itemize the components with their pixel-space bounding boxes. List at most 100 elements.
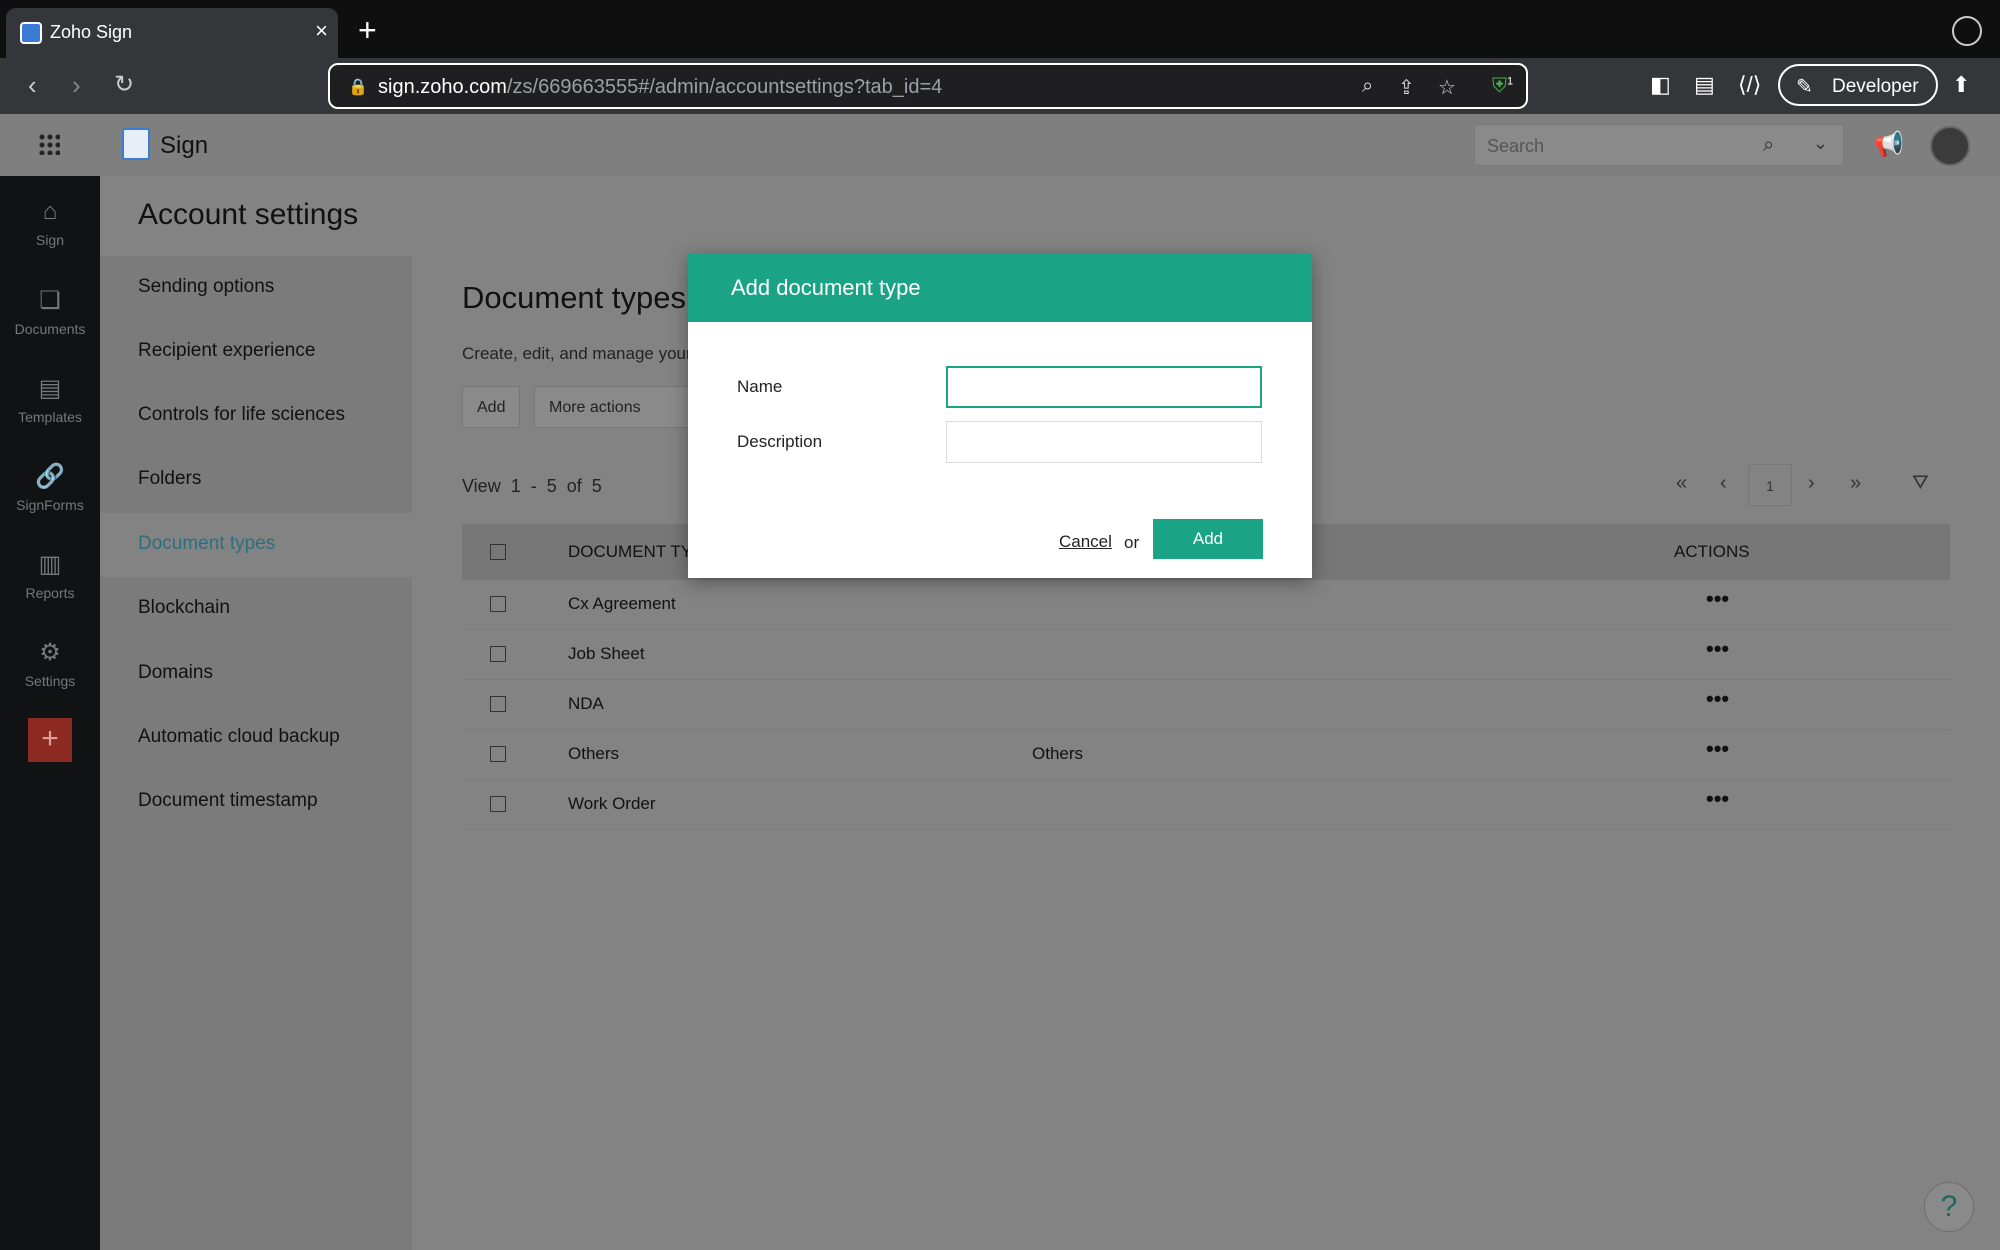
cancel-button[interactable]: Cancel [1059, 532, 1112, 552]
subnav-item-document-timestamp[interactable]: Document timestamp [138, 790, 318, 812]
create-new-button[interactable]: + [28, 718, 72, 762]
link-icon: 🔗 [35, 463, 65, 490]
gear-icon: ⚙ [39, 639, 61, 666]
nav-label: Reports [25, 585, 75, 601]
left-nav: ⌂ Sign ❏ Documents ▤ Templates 🔗 SignFor… [0, 176, 100, 1250]
url-path: /zs/669663555#/admin/accountsettings?tab… [506, 76, 943, 98]
row-checkbox[interactable] [490, 796, 506, 812]
browser-toolbar: ‹ › ↻ 🔒 sign.zoho.com/zs/669663555#/admi… [0, 58, 2000, 114]
megaphone-icon[interactable]: 📢 [1874, 130, 1904, 159]
name-label: Name [737, 377, 783, 396]
templates-icon: ▤ [38, 375, 62, 402]
column-document-type[interactable]: DOCUMENT TY [568, 542, 692, 562]
chevron-down-icon[interactable]: ⌄ [1813, 133, 1828, 154]
column-actions: ACTIONS [1674, 542, 1750, 561]
app-header: Sign Search ⌕ ⌄ 📢 [0, 114, 2000, 176]
nav-item-documents[interactable]: ❏ Documents [0, 278, 100, 358]
dialog-header: Add document type [688, 254, 1312, 322]
tab-title: Zoho Sign [50, 22, 133, 42]
subnav-item-life-sciences[interactable]: Controls for life sciences [138, 404, 345, 426]
previous-page-icon[interactable]: ‹ [1720, 472, 1727, 495]
add-button[interactable]: Add [1153, 519, 1263, 559]
subnav-item-cloud-backup[interactable]: Automatic cloud backup [138, 726, 340, 748]
row-actions-icon[interactable]: ••• [1706, 736, 1729, 762]
filter-icon[interactable]: ⛛ [1912, 472, 1929, 495]
row-checkbox[interactable] [490, 646, 506, 662]
current-page[interactable]: 1 [1748, 464, 1792, 506]
forward-icon[interactable]: › [72, 70, 81, 101]
subnav-item-folders[interactable]: Folders [138, 468, 201, 490]
row-checkbox[interactable] [490, 596, 506, 612]
row-actions-icon[interactable]: ••• [1706, 586, 1729, 612]
nav-item-settings[interactable]: ⚙ Settings [0, 630, 100, 710]
help-button[interactable]: ? [1924, 1182, 1974, 1232]
more-actions-button[interactable]: More actions [534, 386, 694, 428]
dialog-title: Add document type [731, 275, 921, 300]
back-icon[interactable]: ‹ [28, 70, 37, 101]
or-text: or [1124, 533, 1140, 552]
shield-extension-icon[interactable]: ⛨1 [1492, 75, 1513, 98]
browser-tab[interactable]: Zoho Sign × [6, 8, 338, 58]
nav-label: Sign [35, 232, 65, 248]
app-grid-icon[interactable] [38, 133, 60, 155]
zoom-icon[interactable]: ⌕ [1362, 75, 1373, 98]
select-all-checkbox[interactable] [490, 544, 506, 560]
table-row[interactable]: Work Order ••• [462, 780, 1950, 830]
documents-icon: ❏ [39, 287, 61, 314]
reading-list-icon[interactable]: ▤ [1694, 72, 1715, 98]
subnav-item-sending-options[interactable]: Sending options [138, 276, 274, 298]
next-page-icon[interactable]: › [1808, 472, 1815, 495]
settings-subnav: Sending options Recipient experience Con… [100, 256, 412, 1250]
nav-item-sign[interactable]: ⌂ Sign [0, 190, 100, 270]
nav-item-reports[interactable]: ▥ Reports [0, 542, 100, 622]
first-page-icon[interactable]: « [1676, 472, 1687, 495]
table-row[interactable]: Job Sheet ••• [462, 630, 1950, 680]
row-actions-icon[interactable]: ••• [1706, 636, 1729, 662]
new-tab-icon[interactable]: + [358, 12, 377, 49]
row-description: Others [1032, 744, 1084, 763]
share-icon[interactable]: ⇪ [1398, 75, 1415, 100]
row-name: NDA [568, 694, 604, 713]
search-icon[interactable]: ⌕ [1763, 134, 1774, 157]
address-bar[interactable]: 🔒 sign.zoho.com/zs/669663555#/admin/acco… [328, 63, 1528, 109]
section-title: Document types [462, 280, 686, 315]
row-checkbox[interactable] [490, 696, 506, 712]
avatar[interactable] [1930, 126, 1970, 166]
row-actions-icon[interactable]: ••• [1706, 686, 1729, 712]
nav-label: Templates [18, 409, 82, 425]
close-tab-icon[interactable]: × [315, 18, 328, 44]
nav-item-signforms[interactable]: 🔗 SignForms [0, 454, 100, 534]
subnav-item-recipient-experience[interactable]: Recipient experience [138, 340, 315, 362]
subnav-item-blockchain[interactable]: Blockchain [138, 597, 230, 619]
table-row[interactable]: NDA ••• [462, 680, 1950, 730]
row-checkbox[interactable] [490, 746, 506, 762]
dev-tools-icon[interactable]: ⟨/⟩ [1738, 72, 1761, 98]
zoho-sign-favicon-icon [20, 22, 42, 44]
browser-profile-icon[interactable] [1952, 16, 1982, 46]
developer-icon: ✎ [1796, 76, 1813, 98]
page-title: Account settings [138, 198, 359, 231]
last-page-icon[interactable]: » [1850, 472, 1861, 495]
reports-icon: ▥ [38, 551, 62, 578]
update-icon[interactable]: ⬆ [1952, 72, 1970, 98]
description-field[interactable] [946, 421, 1262, 463]
home-icon: ⌂ [42, 198, 58, 225]
subnav-item-domains[interactable]: Domains [138, 662, 213, 684]
search-input[interactable]: Search ⌕ ⌄ [1474, 124, 1844, 166]
bookmark-star-icon[interactable]: ☆ [1438, 75, 1456, 100]
url-text[interactable]: sign.zoho.com/zs/669663555#/admin/accoun… [378, 76, 942, 99]
developer-profile-button[interactable]: ✎ Developer [1778, 64, 1938, 106]
reload-icon[interactable]: ↻ [114, 70, 134, 99]
add-document-type-button[interactable]: Add [462, 386, 521, 428]
subnav-item-document-types[interactable]: Document types [138, 533, 275, 555]
developer-label: Developer [1832, 76, 1919, 97]
sign-logo-icon [122, 128, 150, 160]
table-row[interactable]: Others Others ••• [462, 730, 1950, 780]
row-name: Others [568, 744, 620, 763]
nav-item-templates[interactable]: ▤ Templates [0, 366, 100, 446]
row-actions-icon[interactable]: ••• [1706, 786, 1729, 812]
table-row[interactable]: Cx Agreement ••• [462, 580, 1950, 630]
description-label: Description [737, 432, 823, 451]
sidebar-toggle-icon[interactable]: ◧ [1650, 72, 1671, 98]
name-field[interactable] [946, 366, 1262, 408]
